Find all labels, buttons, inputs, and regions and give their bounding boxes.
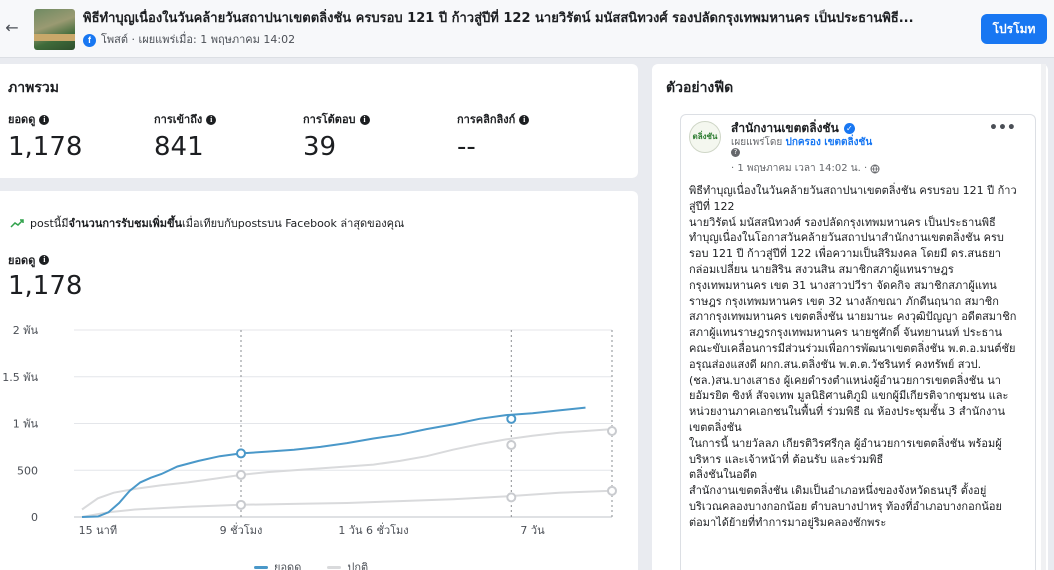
question-icon[interactable]: ? [731, 148, 740, 157]
info-icon[interactable]: i [519, 115, 530, 125]
preview-post: ตลิ่งชัน สำนักงานเขตตลิ่งชัน ✓ เผยแพร่โด… [680, 114, 1036, 570]
metric-value: 39 [303, 132, 337, 162]
globe-icon [870, 164, 880, 173]
post-thumbnail[interactable] [34, 9, 75, 50]
metric-label: การเข้าถึง [154, 113, 203, 126]
note-prefix: postนี้มี [30, 217, 69, 230]
post-date: · 1 พฤษภาคม เวลา 14:02 น. · [731, 161, 880, 176]
published-by-link[interactable]: ปกครอง เขตตลิ่งชัน [785, 137, 872, 148]
legend-label: ปกติ [347, 561, 369, 570]
overview-title: ภาพรวม [8, 80, 59, 96]
post-paragraph: ตลิ่งชันในอดีต [689, 468, 758, 482]
note-bold: จำนวนการรับชมเพิ่มขึ้น [68, 217, 183, 230]
legend-label: ยอดดู [274, 561, 302, 570]
facebook-icon: f [83, 33, 96, 47]
metric-label: การคลิกลิงก์ [457, 113, 516, 126]
views-value: 1,178 [8, 271, 83, 301]
x-tick-label: 7 วัน [520, 524, 545, 537]
back-arrow-icon[interactable]: ← [4, 18, 20, 38]
page-avatar[interactable]: ตลิ่งชัน [689, 121, 721, 153]
data-point [236, 469, 246, 480]
published-by: เผยแพร่โดย ปกครอง เขตตลิ่งชัน [731, 135, 872, 150]
post-meta: f โพสต์ · เผยแพร่เมื่อ: 1 พฤษภาคม 14:02 [83, 32, 295, 48]
metric-label: การโต้ตอบ [303, 113, 356, 126]
published-by-prefix: เผยแพร่โดย [731, 137, 783, 148]
data-point [607, 485, 617, 496]
series-line [81, 489, 613, 518]
scrollbar[interactable] [1041, 64, 1046, 570]
post-date-text: · 1 พฤษภาคม เวลา 14:02 น. · [731, 163, 868, 174]
metric-value: 1,178 [8, 132, 83, 162]
legend-item-views[interactable]: ยอดดู [254, 558, 301, 570]
post-body: พิธีทำบุญเนื่องในวันคล้ายวันสถาปนาเขตตลิ… [689, 183, 1019, 531]
info-icon[interactable]: i [39, 255, 50, 265]
data-point [236, 499, 246, 510]
data-point [607, 425, 617, 436]
post-paragraph: สำนักงานเขตตลิ่งชัน เดิมเป็นอำเภอหนึ่งขอ… [689, 484, 1002, 529]
metric-label: ยอดดู [8, 113, 36, 126]
performance-note: postนี้มีจำนวนการรับชมเพิ่มขึ้นเมื่อเทีย… [10, 216, 404, 232]
post-title: พิธีทำบุญเนื่องในวันคล้ายวันสถาปนาเขตตลิ… [83, 11, 914, 26]
metric-views: ยอดดู i 1,178 [8, 112, 82, 164]
x-tick-label: 15 นาที [79, 524, 117, 537]
data-point [236, 448, 246, 459]
feed-preview-title: ตัวอย่างฟีด [666, 80, 734, 96]
performance-card: postนี้มีจำนวนการรับชมเพิ่มขึ้นเมื่อเทีย… [0, 191, 638, 570]
views-label: ยอดดู i [8, 251, 50, 269]
views-label-text: ยอดดู [8, 254, 36, 267]
y-tick-label: 1 พัน [13, 418, 39, 431]
data-point [506, 413, 517, 424]
data-point [506, 440, 517, 451]
page-avatar-text: ตลิ่งชัน [692, 132, 718, 141]
post-paragraph: ในการนี้ นายวัลลภ เกียรติวิรศรีกุล ผู้อำ… [689, 436, 1002, 466]
post-paragraph: พิธีทำบุญเนื่องในวันคล้ายวันสถาปนาเขตตลิ… [689, 184, 1017, 213]
metric-value: 841 [154, 132, 204, 162]
data-point [506, 492, 517, 503]
legend-item-typical[interactable]: ปกติ [327, 558, 368, 570]
views-chart[interactable]: 0 500 1 พัน 1.5 พัน 2 พัน 15 นาที 9 ชั่วโมง 1 ว… [0, 316, 634, 570]
info-icon[interactable]: i [206, 115, 217, 125]
more-options-button[interactable]: ••• [989, 119, 1016, 139]
post-paragraph: นายวิรัตน์ มนัสสนิทวงศ์ รองปลัดกรุงเทพมห… [689, 215, 1017, 434]
y-tick-label: 500 [17, 464, 38, 477]
legend-swatch [254, 565, 268, 569]
x-tick-label: 1 วัน 6 ชั่วโมง [338, 522, 408, 537]
info-icon[interactable]: i [39, 115, 50, 125]
series-line [81, 428, 613, 511]
trend-up-icon [10, 219, 24, 228]
feed-preview-card: ตัวอย่างฟีด ตลิ่งชัน สำนักงานเขตตลิ่งชัน… [652, 64, 1048, 570]
chart-legend: ยอดดู ปกติ [254, 558, 368, 570]
y-tick-label: 1.5 พัน [2, 371, 38, 384]
overview-card: ภาพรวม ยอดดู i 1,178 การเข้าถึง i 841 กา… [0, 64, 638, 178]
boost-button[interactable]: โปรโมท [981, 14, 1047, 44]
x-tick-label: 9 ชั่วโมง [220, 522, 263, 537]
y-tick-label: 2 พัน [13, 324, 39, 337]
metric-value: -- [457, 132, 476, 162]
y-tick-label: 0 [31, 511, 38, 524]
legend-swatch [327, 565, 342, 569]
verified-badge-icon: ✓ [843, 123, 855, 134]
metric-link-clicks: การคลิกลิงก์ i -- [457, 112, 530, 164]
post-header: ← พิธีทำบุญเนื่องในวันคล้ายวันสถาปนาเขตต… [0, 0, 1054, 58]
note-suffix: เมื่อเทียบกับpostsบน Facebook ล่าสุดของค… [182, 217, 405, 230]
post-meta-text: โพสต์ · เผยแพร่เมื่อ: 1 พฤษภาคม 14:02 [101, 33, 296, 46]
metric-engagement: การโต้ตอบ i 39 [303, 112, 370, 164]
metric-reach: การเข้าถึง i 841 [154, 112, 217, 164]
info-icon[interactable]: i [359, 115, 370, 125]
